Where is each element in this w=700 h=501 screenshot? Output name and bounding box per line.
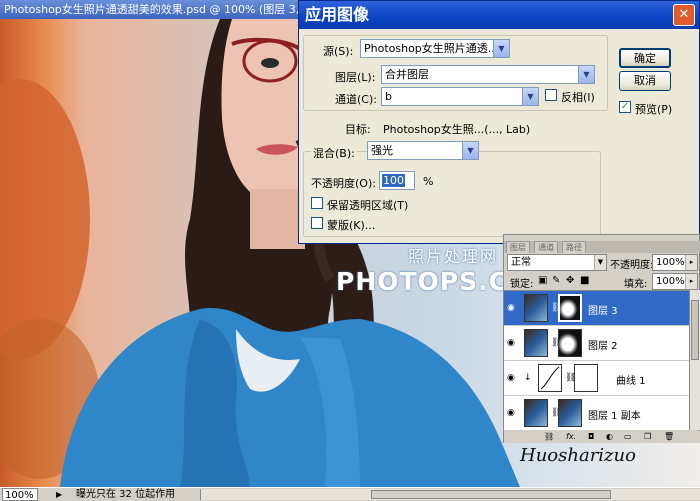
eye-icon[interactable]: ◉ bbox=[507, 408, 519, 418]
close-icon: ✕ bbox=[678, 7, 690, 22]
add-mask-icon[interactable]: ◘ bbox=[588, 431, 594, 443]
adjustment-icon[interactable]: ◐ bbox=[606, 431, 613, 443]
opacity-label: 不透明度(O): bbox=[311, 177, 376, 190]
chevron-down-icon: ▼ bbox=[522, 88, 538, 105]
layer-label: 图层(L): bbox=[335, 71, 376, 84]
layer-name[interactable]: 图层 3 bbox=[588, 302, 618, 317]
layer-select[interactable]: 合并图层 ▼ bbox=[381, 65, 595, 84]
source-select[interactable]: Photoshop女生照片通透... ▼ bbox=[360, 39, 510, 58]
layers-panel: 图层 通道 路径 正常 ▼ 不透明度: 100% ▸ 锁定: ▣ ✎ ✥ ■ 填… bbox=[503, 234, 700, 443]
panel-opacity-label: 不透明度: bbox=[610, 260, 654, 271]
link-layers-icon[interactable]: ⛓ bbox=[544, 431, 554, 443]
lock-transparency-icon[interactable]: ▣ bbox=[538, 275, 547, 286]
dialog-titlebar: 应用图像 ✕ bbox=[299, 1, 699, 29]
invert-checkbox[interactable] bbox=[545, 89, 557, 101]
fill-input[interactable]: 100% ▸ bbox=[652, 273, 698, 290]
layer-name[interactable]: 曲线 1 bbox=[616, 372, 646, 387]
preview-label: 预览(P) bbox=[635, 103, 673, 116]
scrollbar-thumb[interactable] bbox=[691, 300, 699, 360]
delete-layer-icon[interactable]: 🗑 bbox=[664, 431, 674, 443]
cancel-button[interactable]: 取消 bbox=[619, 71, 671, 91]
blend-mode-value: 正常 bbox=[511, 257, 531, 268]
channel-value: b bbox=[385, 90, 392, 103]
layer-thumbnail bbox=[524, 399, 548, 427]
layer-mask-thumbnail[interactable] bbox=[558, 329, 582, 357]
panel-opacity-input[interactable]: 100% ▸ bbox=[652, 254, 698, 271]
lock-label: 锁定: bbox=[510, 279, 534, 290]
layer-name[interactable]: 图层 2 bbox=[588, 337, 618, 352]
curves-icon bbox=[538, 364, 562, 392]
zoom-field[interactable]: 100% bbox=[2, 488, 38, 501]
layers-footer: ⛓ fx. ◘ ◐ ▭ ❐ 🗑 bbox=[504, 431, 700, 443]
invert-label: 反相(I) bbox=[561, 91, 595, 104]
preserve-transparency-checkbox[interactable] bbox=[311, 197, 323, 209]
fill-value: 100% bbox=[656, 276, 685, 287]
chevron-down-icon: ▸ bbox=[685, 274, 697, 289]
layer-mask-thumbnail[interactable] bbox=[558, 399, 582, 427]
source-label: 源(S): bbox=[323, 45, 354, 58]
new-layer-icon[interactable]: ❐ bbox=[644, 431, 651, 443]
lock-pixels-icon[interactable]: ✎ bbox=[552, 275, 560, 286]
ok-button[interactable]: 确定 bbox=[619, 48, 671, 68]
tab-layers[interactable]: 图层 bbox=[506, 241, 530, 253]
tab-paths[interactable]: 路径 bbox=[562, 241, 586, 253]
preview-checkbox[interactable]: ✓ bbox=[619, 101, 631, 113]
opacity-unit: % bbox=[423, 175, 434, 188]
clip-arrow-icon: ↓ bbox=[524, 373, 532, 383]
signature: Huosharizuo bbox=[520, 445, 636, 466]
blending-value: 强光 bbox=[371, 144, 393, 157]
fx-icon[interactable]: fx. bbox=[566, 431, 576, 443]
layer-name[interactable]: 图层 1 副本 bbox=[588, 407, 641, 422]
chevron-down-icon: ▸ bbox=[685, 255, 697, 270]
blending-select[interactable]: 强光 ▼ bbox=[367, 141, 479, 160]
chevron-down-icon: ▼ bbox=[578, 66, 594, 83]
layers-list: ◉ ⛓ 图层 3 ◉ ⛓ 图层 2 ◉ ↓ ⛓ 曲线 1 ◉ ⛓ 图层 1 副本 bbox=[504, 290, 689, 430]
layer-row[interactable]: ◉ ⛓ 图层 1 副本 bbox=[504, 396, 689, 430]
chevron-down-icon: ▼ bbox=[493, 40, 509, 57]
target-value: Photoshop女生照...(..., Lab) bbox=[383, 123, 531, 136]
apply-image-dialog: 应用图像 ✕ 源(S): Photoshop女生照片通透... ▼ 图层(L):… bbox=[298, 0, 700, 244]
opacity-input[interactable]: 100 bbox=[379, 171, 415, 190]
lock-all-icon[interactable]: ■ bbox=[580, 275, 589, 286]
preserve-transparency-label: 保留透明区域(T) bbox=[327, 199, 409, 212]
layer-thumbnail bbox=[524, 329, 548, 357]
layer-mask-thumbnail[interactable] bbox=[574, 364, 598, 392]
eye-icon[interactable]: ◉ bbox=[507, 373, 519, 383]
scrollbar-thumb[interactable] bbox=[371, 490, 611, 499]
blending-label: 混合(B): bbox=[311, 145, 357, 161]
layer-value: 合并图层 bbox=[385, 68, 429, 81]
opacity-value: 100 bbox=[382, 174, 405, 187]
fill-label: 填充: bbox=[624, 279, 648, 290]
status-bar: 100% ▶ 曝光只在 32 位起作用 bbox=[0, 487, 700, 501]
status-message: 曝光只在 32 位起作用 bbox=[76, 489, 176, 500]
panel-tabs: 图层 通道 路径 bbox=[504, 241, 700, 253]
tab-channels[interactable]: 通道 bbox=[534, 241, 558, 253]
eye-icon[interactable]: ◉ bbox=[507, 303, 519, 313]
layers-scrollbar[interactable] bbox=[689, 290, 700, 430]
channel-select[interactable]: b ▼ bbox=[381, 87, 539, 106]
panel-opacity-value: 100% bbox=[656, 257, 685, 268]
layer-mask-thumbnail[interactable] bbox=[558, 294, 582, 322]
mask-checkbox[interactable] bbox=[311, 217, 323, 229]
layer-row[interactable]: ◉ ⛓ 图层 2 bbox=[504, 326, 689, 361]
channel-label: 通道(C): bbox=[335, 93, 377, 106]
horizontal-scrollbar[interactable] bbox=[200, 489, 700, 500]
target-label: 目标: bbox=[345, 123, 371, 136]
dialog-title: 应用图像 bbox=[305, 5, 370, 24]
eye-icon[interactable]: ◉ bbox=[507, 338, 519, 348]
layer-thumbnail bbox=[524, 294, 548, 322]
blend-mode-select[interactable]: 正常 ▼ bbox=[507, 254, 607, 271]
status-menu-icon[interactable]: ▶ bbox=[56, 488, 62, 501]
group-icon[interactable]: ▭ bbox=[624, 431, 632, 443]
mask-label: 蒙版(K)... bbox=[327, 219, 376, 232]
chevron-down-icon: ▼ bbox=[462, 142, 478, 159]
lock-position-icon[interactable]: ✥ bbox=[566, 275, 574, 286]
layer-row[interactable]: ◉ ⛓ 图层 3 bbox=[504, 291, 689, 326]
layer-row[interactable]: ◉ ↓ ⛓ 曲线 1 bbox=[504, 361, 689, 396]
close-button[interactable]: ✕ bbox=[673, 4, 695, 26]
source-value: Photoshop女生照片通透... bbox=[364, 42, 499, 55]
chevron-down-icon: ▼ bbox=[594, 255, 606, 270]
